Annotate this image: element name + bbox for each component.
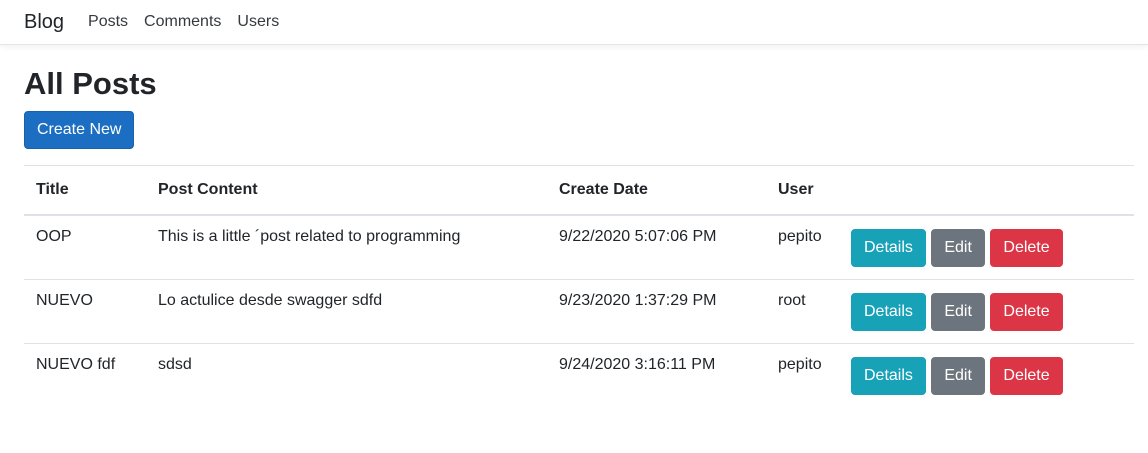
row-date: 9/24/2020 3:16:11 PM bbox=[559, 355, 716, 373]
header-title: Title bbox=[24, 165, 146, 216]
row-content: This is a little ´post related to progra… bbox=[146, 214, 547, 280]
edit-button[interactable]: Edit bbox=[931, 356, 985, 395]
nav-link-comments[interactable]: Comments bbox=[144, 13, 221, 31]
row-title: NUEVO fdf bbox=[36, 355, 116, 373]
page-title: All Posts bbox=[24, 66, 157, 101]
brand-link[interactable]: Blog bbox=[24, 11, 64, 34]
table-row: NUEVO fdf sdsd 9/24/2020 3:16:11 PM pepi… bbox=[24, 343, 1134, 407]
delete-button[interactable]: Delete bbox=[990, 356, 1063, 395]
details-button[interactable]: Details bbox=[851, 228, 926, 267]
row-user: pepito bbox=[766, 214, 851, 280]
posts-table: Title Post Content Create Date User OOP … bbox=[24, 165, 1134, 407]
row-title: OOP bbox=[24, 214, 146, 280]
row-date: 9/23/2020 1:37:29 PM bbox=[547, 279, 766, 344]
row-actions: Details Edit Delete bbox=[851, 343, 1134, 407]
header-post-content: Post Content bbox=[146, 165, 547, 216]
edit-button[interactable]: Edit bbox=[931, 292, 985, 331]
nav-link-posts[interactable]: Posts bbox=[88, 13, 128, 31]
delete-button[interactable]: Delete bbox=[990, 228, 1063, 267]
row-actions: Details Edit Delete bbox=[851, 214, 1134, 280]
row-content: sdsd bbox=[158, 355, 192, 373]
details-button[interactable]: Details bbox=[851, 356, 926, 395]
table-header-row: Title Post Content Create Date User bbox=[24, 165, 1134, 216]
row-title: NUEVO bbox=[24, 279, 146, 344]
table-row: NUEVO Lo actulice desde swagger sdfd 9/2… bbox=[24, 279, 1134, 344]
header-actions bbox=[851, 165, 1134, 216]
navbar: Blog Posts Comments Users bbox=[0, 0, 1148, 45]
edit-button[interactable]: Edit bbox=[931, 228, 985, 267]
delete-button[interactable]: Delete bbox=[990, 292, 1063, 331]
nav-link-users[interactable]: Users bbox=[237, 13, 279, 31]
row-user: root bbox=[766, 279, 851, 344]
details-button[interactable]: Details bbox=[851, 292, 926, 331]
row-user: pepito bbox=[778, 355, 822, 373]
header-create-date: Create Date bbox=[547, 165, 766, 216]
row-date: 9/22/2020 5:07:06 PM bbox=[547, 214, 766, 280]
main-content: All Posts Create New Title Post Content … bbox=[0, 45, 1148, 407]
row-actions: Details Edit Delete bbox=[851, 279, 1134, 344]
header-user: User bbox=[766, 165, 851, 216]
create-new-button[interactable]: Create New bbox=[24, 111, 135, 149]
row-content: Lo actulice desde swagger sdfd bbox=[146, 279, 547, 344]
table-row: OOP This is a little ´post related to pr… bbox=[24, 214, 1134, 280]
